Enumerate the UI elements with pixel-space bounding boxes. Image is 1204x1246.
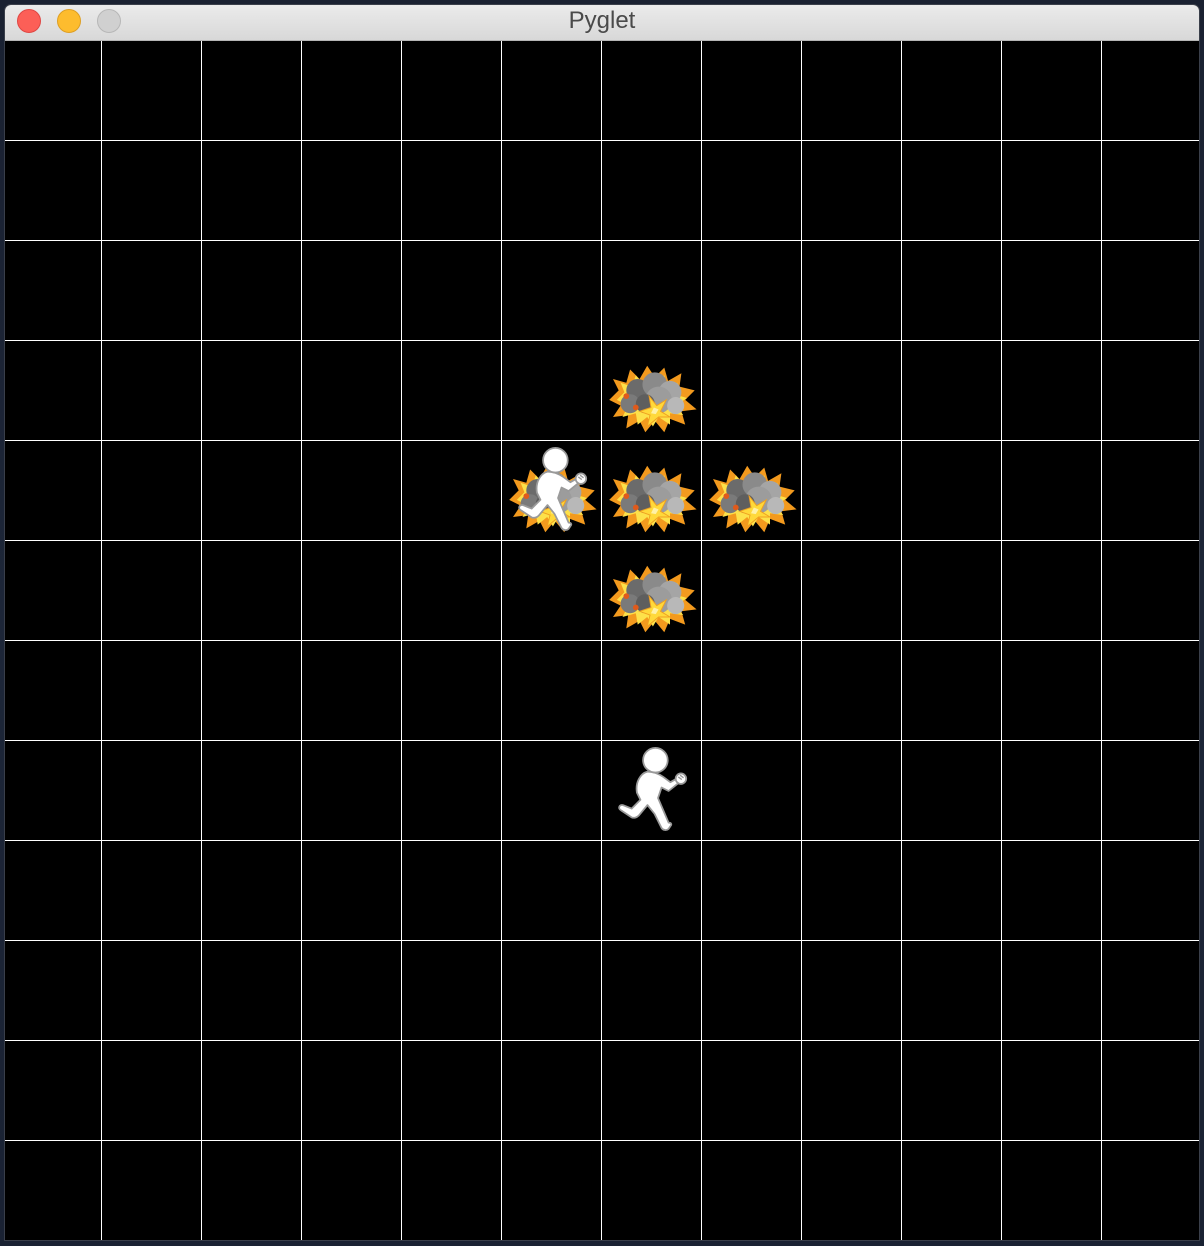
game-canvas[interactable] [5, 41, 1199, 1240]
window-title: Pyglet [568, 7, 636, 34]
title-bar[interactable]: Pyglet [5, 5, 1199, 41]
game-board [5, 41, 1199, 1240]
game-window: Pyglet [5, 5, 1199, 1240]
